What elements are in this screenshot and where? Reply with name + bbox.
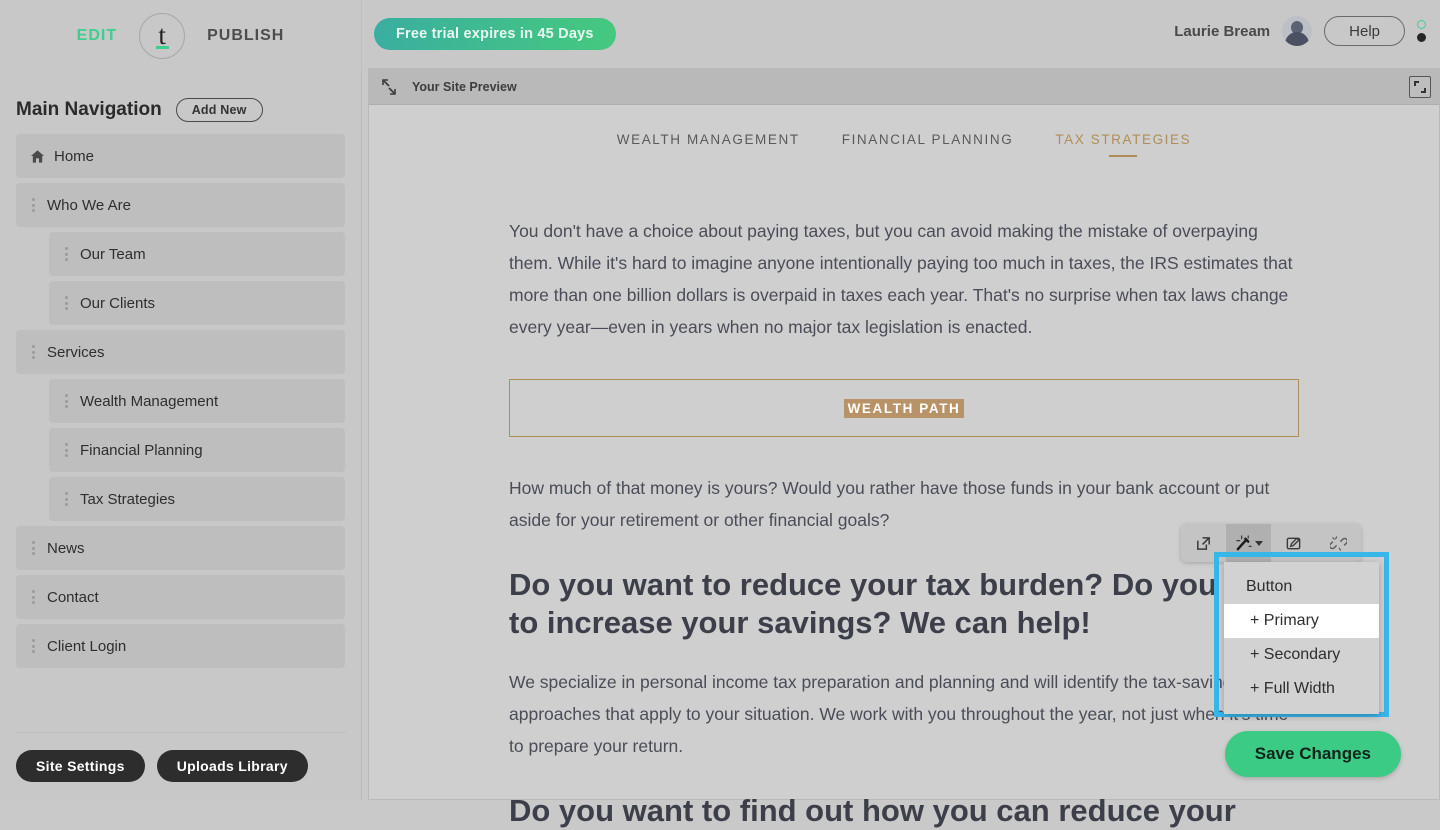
sidebar-item-who-we-are[interactable]: Who We Are bbox=[16, 183, 345, 227]
logo-letter: t bbox=[158, 20, 166, 50]
site-nav-item-wealth-management[interactable]: WEALTH MANAGEMENT bbox=[617, 132, 800, 157]
collapse-arrows-icon[interactable] bbox=[379, 77, 399, 97]
publish-mode-tab[interactable]: PUBLISH bbox=[207, 27, 284, 45]
dropdown-item-primary[interactable]: + Primary bbox=[1224, 604, 1379, 638]
preview-label: Your Site Preview bbox=[412, 79, 517, 94]
footer-button-group: Site Settings Uploads Library bbox=[16, 750, 346, 782]
wealth-path-label: WEALTH PATH bbox=[843, 398, 965, 418]
drag-handle-icon[interactable] bbox=[56, 296, 76, 310]
dropdown-item-full-width[interactable]: + Full Width bbox=[1224, 672, 1379, 706]
navigation-list: Home Who We Are Our Team Our Clients Service… bbox=[0, 134, 361, 668]
add-new-button[interactable]: Add New bbox=[175, 98, 263, 122]
sidebar-item-home[interactable]: Home bbox=[16, 134, 345, 178]
sidebar-item-label: Client Login bbox=[47, 637, 127, 655]
button-style-dropdown: Button + Primary + Secondary + Full Width bbox=[1224, 562, 1379, 714]
sidebar-item-our-clients[interactable]: Our Clients bbox=[49, 281, 345, 325]
sidebar-footer: Site Settings Uploads Library bbox=[0, 732, 362, 800]
drag-handle-icon[interactable] bbox=[56, 443, 76, 457]
chevron-down-icon bbox=[1254, 540, 1263, 546]
sidebar-item-label: News bbox=[47, 539, 85, 557]
sidebar-item-financial-planning[interactable]: Financial Planning bbox=[49, 428, 345, 472]
sidebar-item-wealth-management[interactable]: Wealth Management bbox=[49, 379, 345, 423]
site-nav-item-financial-planning[interactable]: FINANCIAL PLANNING bbox=[842, 132, 1014, 157]
drag-handle-icon[interactable] bbox=[56, 247, 76, 261]
sidebar-item-contact[interactable]: Contact bbox=[16, 575, 345, 619]
preview-toolbar: Your Site Preview bbox=[369, 69, 1439, 105]
logo-underline-accent bbox=[156, 46, 170, 49]
drag-handle-icon[interactable] bbox=[23, 198, 43, 212]
navigation-header: Main Navigation Add New bbox=[0, 72, 361, 134]
site-preview-panel: Your Site Preview WEALTH MANAGEMENT FINAN… bbox=[368, 68, 1440, 828]
heading-1: Do you want to reduce your tax burden? D… bbox=[509, 567, 1297, 640]
home-icon bbox=[30, 149, 45, 164]
paragraph-1: You don't have a choice about paying tax… bbox=[509, 221, 1293, 337]
edit-mode-tab[interactable]: EDIT bbox=[77, 27, 117, 45]
sidebar-item-label: Tax Strategies bbox=[80, 490, 176, 508]
sidebar-item-label: Our Team bbox=[80, 245, 146, 263]
dropdown-item-list: + Primary + Secondary + Full Width bbox=[1224, 604, 1379, 706]
drag-handle-icon[interactable] bbox=[23, 541, 43, 555]
sidebar-item-tax-strategies[interactable]: Tax Strategies bbox=[49, 477, 345, 521]
help-button[interactable]: Help bbox=[1324, 16, 1405, 46]
user-area: Laurie Bream Help bbox=[1174, 16, 1426, 46]
drag-handle-icon[interactable] bbox=[56, 394, 76, 408]
drag-handle-icon[interactable] bbox=[23, 590, 43, 604]
free-trial-badge[interactable]: Free trial expires in 45 Days bbox=[374, 18, 616, 50]
expand-fullscreen-icon[interactable] bbox=[1409, 76, 1431, 98]
left-sidebar: EDIT t PUBLISH Main Navigation Add New H… bbox=[0, 0, 362, 800]
status-ring-icon bbox=[1417, 20, 1426, 29]
site-navigation: WEALTH MANAGEMENT FINANCIAL PLANNING TAX S… bbox=[369, 105, 1439, 157]
sidebar-item-our-team[interactable]: Our Team bbox=[49, 232, 345, 276]
dropdown-header: Button bbox=[1246, 578, 1293, 595]
avatar-body bbox=[1285, 32, 1310, 46]
sidebar-item-label: Contact bbox=[47, 588, 99, 606]
user-name-label: Laurie Bream bbox=[1174, 22, 1271, 40]
sidebar-item-client-login[interactable]: Client Login bbox=[16, 624, 345, 668]
page-title: Main Navigation bbox=[16, 99, 162, 120]
uploads-library-button[interactable]: Uploads Library bbox=[156, 750, 308, 782]
sidebar-item-services[interactable]: Services bbox=[16, 330, 345, 374]
dropdown-item-secondary[interactable]: + Secondary bbox=[1224, 638, 1379, 672]
drag-handle-icon[interactable] bbox=[23, 345, 43, 359]
sidebar-item-label: Who We Are bbox=[47, 196, 131, 214]
avatar[interactable] bbox=[1282, 16, 1313, 46]
heading-2: Do you want to find out how you can redu… bbox=[509, 793, 1236, 828]
sidebar-item-label: Our Clients bbox=[80, 294, 156, 312]
site-settings-button[interactable]: Site Settings bbox=[16, 750, 145, 782]
sidebar-item-label: Services bbox=[47, 343, 105, 361]
footer-divider bbox=[16, 732, 346, 733]
sidebar-item-news[interactable]: News bbox=[16, 526, 345, 570]
drag-handle-icon[interactable] bbox=[56, 492, 76, 506]
status-indicator-group bbox=[1417, 20, 1426, 42]
paragraph-3: We specialize in personal income tax pre… bbox=[509, 672, 1289, 756]
wealth-path-box[interactable]: WEALTH PATH bbox=[509, 379, 1299, 437]
app-logo[interactable]: t bbox=[139, 13, 186, 59]
top-bar: Free trial expires in 45 Days Laurie Bre… bbox=[362, 0, 1440, 68]
sidebar-item-label: Home bbox=[54, 147, 95, 165]
sidebar-item-label: Financial Planning bbox=[80, 441, 203, 459]
sidebar-item-label: Wealth Management bbox=[80, 392, 219, 410]
drag-handle-icon[interactable] bbox=[23, 639, 43, 653]
save-changes-button[interactable]: Save Changes bbox=[1224, 731, 1401, 777]
site-nav-item-tax-strategies[interactable]: TAX STRATEGIES bbox=[1055, 132, 1191, 157]
status-dot-icon bbox=[1417, 33, 1426, 42]
brand-bar: EDIT t PUBLISH bbox=[0, 0, 361, 72]
